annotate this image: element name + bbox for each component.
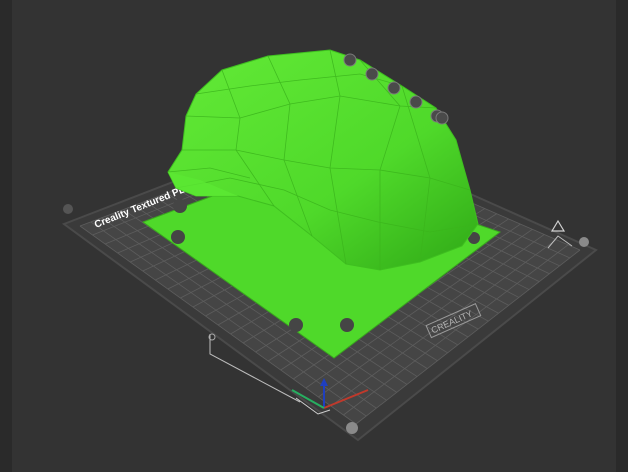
orient-icon[interactable] bbox=[365, 67, 379, 81]
3d-viewport[interactable]: Creality Textured PEI Plate CREALITY bbox=[0, 0, 628, 472]
settings-gear-icon[interactable] bbox=[435, 111, 449, 125]
arrange-icon[interactable] bbox=[343, 53, 357, 67]
lay-flat-icon[interactable] bbox=[387, 81, 401, 95]
auto-fit-icon[interactable] bbox=[409, 95, 423, 109]
